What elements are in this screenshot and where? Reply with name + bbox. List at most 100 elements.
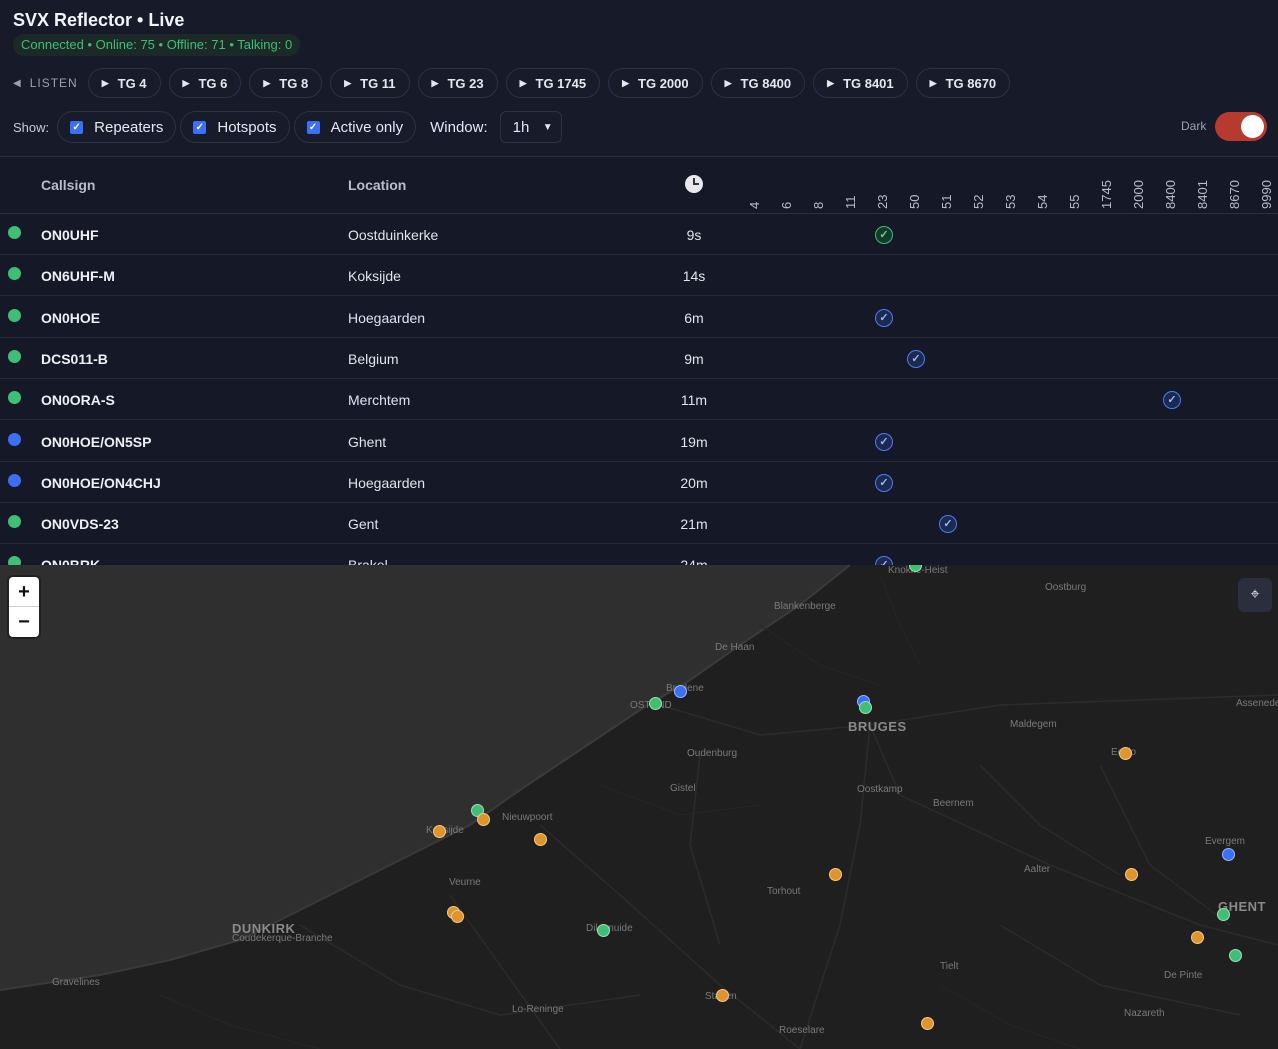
zoom-out-button[interactable]: − [9,607,39,637]
checkbox-checked-icon[interactable]: ✓ [306,120,320,134]
clock-icon[interactable] [685,175,703,193]
toggle-knob [1241,115,1264,138]
tg-button-label: TG 8400 [740,75,792,91]
tg-column-53[interactable]: 53 [1003,165,1020,209]
tg-button-tg8670[interactable]: ▶ TG 8670 [915,68,1011,98]
tg-column-54[interactable]: 54 [1035,165,1052,209]
tg-column-1745[interactable]: 1745 [1099,165,1116,209]
tg-column-52[interactable]: 52 [971,165,988,209]
dark-mode-toggle[interactable] [1215,112,1267,141]
tg-column-11[interactable]: 11 [843,165,860,210]
tg-button-label: TG 2000 [638,75,689,91]
window-select[interactable]: 1h ▼ [499,111,562,143]
play-icon: ▶ [182,77,190,88]
table-row[interactable]: ON0VDS-23 Gent 21m ✓ [0,503,1278,545]
header: SVX Reflector • Live Connected • Online:… [0,0,1278,157]
tg-column-4[interactable]: 4 [747,165,764,209]
zoom-in-button[interactable]: + [9,577,39,607]
map-label: De Pinte [1164,970,1203,981]
map-marker-offline[interactable] [921,1017,934,1030]
tg-column-label: 6 [779,201,794,209]
map-marker-offline[interactable] [716,989,729,1002]
table-row[interactable]: ON0HOE Hoegaarden 6m ✓ [0,297,1278,338]
map-marker-offline[interactable] [534,833,547,846]
tg-button-label: TG 8401 [843,75,894,91]
tg-column-50[interactable]: 50 [907,165,924,209]
map-marker-hotspot[interactable] [674,685,687,698]
tg-button-tg6[interactable]: ▶ TG 6 [168,68,242,98]
map[interactable]: + − ⌖ Knokke-HeistOostburgBlankenbergeDe… [0,565,1278,1049]
tg-button-tg2000[interactable]: ▶ TG 2000 [608,68,703,98]
col-callsign[interactable]: Callsign [41,177,95,193]
play-icon: ▶ [344,77,352,88]
map-label: Aalter [1024,864,1051,875]
tg-button-tg8[interactable]: ▶ TG 8 [249,68,323,98]
filter-hotspots[interactable]: ✓ Hotspots [180,111,290,143]
tg-column-2000[interactable]: 2000 [1131,165,1148,209]
map-marker-online[interactable] [859,701,872,714]
table-row[interactable]: ON0BRK Brakel 24m ✓ [0,544,1278,565]
checkbox-checked-icon[interactable]: ✓ [70,120,84,134]
tg-button-tg8401[interactable]: ▶ TG 8401 [813,68,908,98]
filter-repeaters[interactable]: ✓ Repeaters [57,111,177,143]
map-marker-offline[interactable] [451,910,464,923]
table-row[interactable]: ON0UHF Oostduinkerke 9s ✓ [0,214,1278,255]
table-row[interactable]: DCS011-B Belgium 9m ✓ [0,338,1278,379]
tg-column-8[interactable]: 8 [811,165,828,209]
tg-column-9990[interactable]: 9990 [1259,165,1276,209]
map-label: Nieuwpoort [502,812,553,823]
tg-column-label: 8670 [1227,180,1242,209]
play-icon: ▶ [724,77,732,88]
tg-column-8670[interactable]: 8670 [1227,165,1244,209]
map-tiles [0,565,1278,1049]
map-marker-online[interactable] [649,697,662,710]
map-marker-offline[interactable] [829,868,842,881]
listen-label: ◀ LISTEN [13,76,78,90]
tg-column-6[interactable]: 6 [779,165,796,209]
filter-active-only[interactable]: ✓ Active only [293,111,417,143]
tg-column-8401[interactable]: 8401 [1195,165,1212,209]
tg-button-tg1745[interactable]: ▶ TG 1745 [505,68,601,98]
location: Hoegaarden [348,309,426,326]
tg-column-23[interactable]: 23 [875,165,892,209]
tg-column-8400[interactable]: 8400 [1163,165,1180,209]
tg-active-check-icon: ✓ [875,432,893,451]
map-marker-offline[interactable] [433,825,446,838]
table-row[interactable]: ON0HOE/ON5SP Ghent 19m ✓ [0,421,1278,462]
locate-button[interactable]: ⌖ [1238,578,1272,612]
table-row[interactable]: ON0HOE/ON4CHJ Hoegaarden 20m ✓ [0,462,1278,503]
table-row[interactable]: ON0ORA-S Merchtem 11m ✓ [0,379,1278,421]
map-marker-online[interactable] [1217,908,1230,921]
map-marker-offline[interactable] [477,813,490,826]
listen-row: ◀ LISTEN ▶ TG 4 ▶ TG 6 ▶ TG 8 ▶ TG 11 ▶ TG 23 ▶ TG … [13,68,1018,98]
tg-button-tg23[interactable]: ▶ TG 23 [417,68,498,98]
tg-button-tg11[interactable]: ▶ TG 11 [330,68,410,98]
tg-column-label: 53 [1003,194,1018,209]
tg-button-tg8400[interactable]: ▶ TG 8400 [710,68,806,98]
location: Gent [348,516,379,533]
map-marker-offline[interactable] [1119,747,1132,760]
map-marker-online[interactable] [597,924,610,937]
location: Merchtem [348,392,411,409]
callsign: ON0HOE/ON5SP [41,433,152,450]
last-heard: 14s [682,268,706,285]
tg-column-55[interactable]: 55 [1067,165,1084,209]
checkbox-checked-icon[interactable]: ✓ [193,120,207,134]
map-label: Coudekerque-Branche [232,933,333,944]
col-location[interactable]: Location [348,177,406,193]
tg-active-check-icon: ✓ [875,556,893,565]
tg-button-tg4[interactable]: ▶ TG 4 [87,68,161,98]
map-label: Assenede [1236,698,1278,709]
status-dot [8,391,21,405]
map-marker-offline[interactable] [1125,868,1138,881]
map-marker-offline[interactable] [1191,931,1204,944]
tg-column-51[interactable]: 51 [939,165,956,209]
tg-column-label: 8400 [1163,180,1178,209]
map-marker-online[interactable] [1229,949,1242,962]
listen-text: LISTEN [29,76,78,90]
table-row[interactable]: ON6UHF-MKoksijde14s✓ [0,255,1278,297]
callsign: ON0HOE [41,309,101,326]
last-heard: 20m [680,474,708,491]
play-icon: ▶ [431,77,439,88]
map-marker-hotspot[interactable] [1222,848,1235,861]
